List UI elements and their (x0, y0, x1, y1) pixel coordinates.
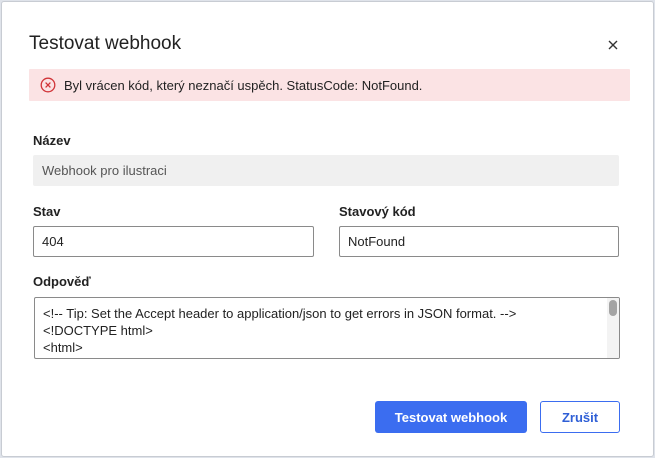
status-code-label: Stavový kód (339, 204, 416, 219)
close-icon (608, 40, 618, 50)
status-label: Stav (33, 204, 61, 219)
error-circle-icon (40, 77, 56, 93)
error-alert: Byl vrácen kód, který neznačí uspěch. St… (29, 69, 630, 101)
name-field: Webhook pro ilustraci (33, 155, 619, 186)
response-text: <!-- Tip: Set the Accept header to appli… (43, 306, 517, 355)
dialog-title: Testovat webhook (29, 33, 182, 54)
alert-message: Byl vrácen kód, který neznačí uspěch. St… (64, 77, 423, 93)
close-button[interactable] (604, 36, 622, 54)
test-webhook-dialog: Testovat webhook Byl vrácen kód, který n… (1, 1, 654, 457)
cancel-button[interactable]: Zrušit (540, 401, 620, 433)
response-scrollbar[interactable] (607, 298, 619, 358)
scrollbar-thumb[interactable] (609, 300, 617, 316)
status-field[interactable]: 404 (33, 226, 314, 257)
test-webhook-button[interactable]: Testovat webhook (375, 401, 527, 433)
status-code-field[interactable]: NotFound (339, 226, 619, 257)
response-textarea[interactable]: <!-- Tip: Set the Accept header to appli… (34, 297, 620, 359)
name-label: Název (33, 133, 71, 148)
response-label: Odpověď (33, 274, 91, 289)
